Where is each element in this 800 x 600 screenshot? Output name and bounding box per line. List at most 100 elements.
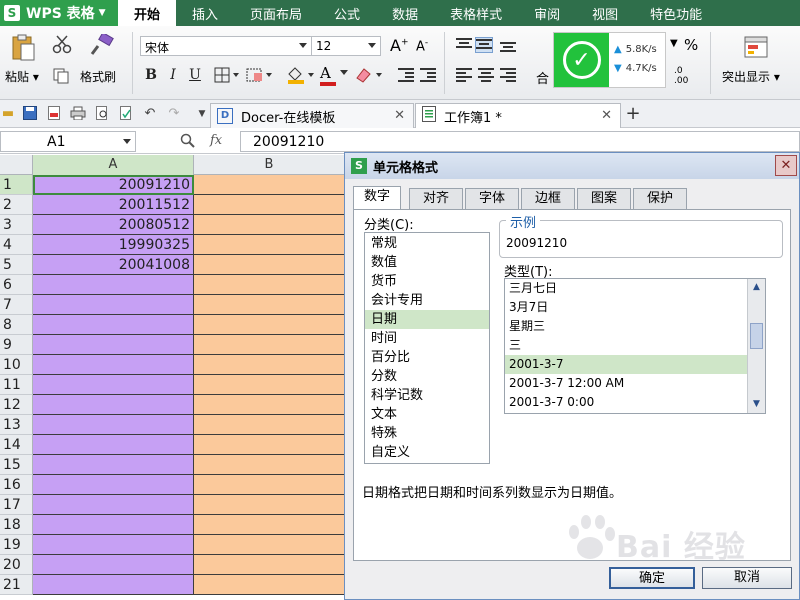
save-icon[interactable] [22,106,38,122]
cell-a4[interactable]: 19990325 [33,235,194,255]
list-item[interactable]: 3月7日 [505,298,747,317]
font-size-select[interactable]: 12 [311,36,381,56]
menu-tab-page-layout[interactable]: 页面布局 [234,0,318,26]
highlight-button[interactable]: 突出显示 ▾ [722,68,780,85]
fill-color-icon[interactable] [286,66,316,87]
row-header[interactable]: 18 [0,515,33,535]
cell-a10[interactable] [33,355,194,375]
row-header[interactable]: 15 [0,455,33,475]
row-header[interactable]: 16 [0,475,33,495]
print-icon[interactable] [70,106,86,122]
cancel-button[interactable]: 取消 [702,567,792,589]
cell-a8[interactable] [33,315,194,335]
cell-b5[interactable] [194,255,345,275]
italic-button[interactable]: I [164,66,182,84]
paste-button[interactable]: 粘贴 ▾ [5,68,39,85]
cell-style-icon[interactable] [246,67,274,86]
select-all-corner[interactable] [0,155,33,175]
close-icon[interactable]: ✕ [394,108,405,123]
scroll-thumb[interactable] [750,323,763,349]
type-list-scrollbar[interactable]: ▲ ▼ [747,279,765,413]
cell-b1[interactable] [194,175,345,195]
cell-b12[interactable] [194,395,345,415]
print-preview-icon[interactable] [94,106,110,122]
cell-b20[interactable] [194,555,345,575]
cell-b18[interactable] [194,515,345,535]
cell-a9[interactable] [33,335,194,355]
cell-b8[interactable] [194,315,345,335]
borders-icon[interactable] [214,67,240,86]
row-header[interactable]: 20 [0,555,33,575]
tab-number[interactable]: 数字 [353,186,401,210]
grow-font-button[interactable]: A+ [390,36,409,55]
app-logo[interactable]: S WPS 表格 ▼ [0,0,118,26]
font-color-icon[interactable]: A [320,64,350,86]
cell-a13[interactable] [33,415,194,435]
merge-center-button[interactable]: 合 [536,68,549,87]
cell-b17[interactable] [194,495,345,515]
menu-tab-insert[interactable]: 插入 [176,0,234,26]
list-item[interactable]: 2001-3-7 0:00 [505,393,747,412]
zoom-search-icon[interactable] [180,133,196,153]
format-painter-label[interactable]: 格式刷 [80,68,116,85]
list-item[interactable]: 常规 [365,234,489,253]
paste-icon[interactable] [10,34,36,62]
insert-function-button[interactable]: fx [210,133,222,148]
cell-a20[interactable] [33,555,194,575]
row-header[interactable]: 8 [0,315,33,335]
tab-border[interactable]: 边框 [521,188,575,210]
close-icon[interactable]: ✕ [601,108,612,123]
row-header[interactable]: 17 [0,495,33,515]
new-tab-button[interactable]: + [622,104,644,124]
copy-icon[interactable] [53,68,69,87]
cell-a21[interactable] [33,575,194,595]
cell-a1[interactable]: 20091210 [33,175,194,195]
row-header[interactable]: 19 [0,535,33,555]
list-item[interactable]: 数值 [365,253,489,272]
row-header[interactable]: 14 [0,435,33,455]
cell-a6[interactable] [33,275,194,295]
font-name-select[interactable]: 宋体 [140,36,312,56]
list-item[interactable]: 三 [505,336,747,355]
align-top-icon[interactable] [456,38,472,52]
cell-b6[interactable] [194,275,345,295]
cell-b4[interactable] [194,235,345,255]
cell-b15[interactable] [194,455,345,475]
chevron-down-icon[interactable] [123,139,131,144]
list-item[interactable]: 日期 [365,310,489,329]
list-item[interactable]: 科学记数 [365,386,489,405]
align-right-icon[interactable] [500,68,516,82]
column-header-a[interactable]: A [33,155,194,175]
row-header[interactable]: 21 [0,575,33,595]
cell-a16[interactable] [33,475,194,495]
list-item[interactable]: 时间 [365,329,489,348]
redo-icon[interactable]: ↷ [166,106,182,122]
list-item[interactable]: 特殊 [365,424,489,443]
cell-b16[interactable] [194,475,345,495]
dialog-close-button[interactable]: ✕ [775,155,797,176]
clear-format-icon[interactable] [354,66,384,87]
align-left-icon[interactable] [456,68,472,82]
type-list[interactable]: 三月七日 3月7日 星期三三 2001-3-7 2001-3-7 12:00 AM 200… [504,278,766,414]
cell-b14[interactable] [194,435,345,455]
align-center-icon[interactable] [478,68,494,82]
row-header[interactable]: 1 [0,175,33,195]
list-item[interactable]: 文本 [365,405,489,424]
export-pdf-icon[interactable] [46,106,62,122]
cell-a2[interactable]: 20011512 [33,195,194,215]
cell-b9[interactable] [194,335,345,355]
shrink-font-button[interactable]: A- [416,38,428,54]
row-header[interactable]: 3 [0,215,33,235]
cell-b13[interactable] [194,415,345,435]
cell-b10[interactable] [194,355,345,375]
cell-a12[interactable] [33,395,194,415]
formula-input[interactable]: 20091210 [240,131,800,152]
list-item[interactable]: 百分比 [365,348,489,367]
menu-tab-data[interactable]: 数据 [376,0,434,26]
row-header[interactable]: 9 [0,335,33,355]
cell-b7[interactable] [194,295,345,315]
cell-a18[interactable] [33,515,194,535]
align-middle-icon[interactable] [475,37,493,53]
cell-a5[interactable]: 20041008 [33,255,194,275]
row-header[interactable]: 13 [0,415,33,435]
